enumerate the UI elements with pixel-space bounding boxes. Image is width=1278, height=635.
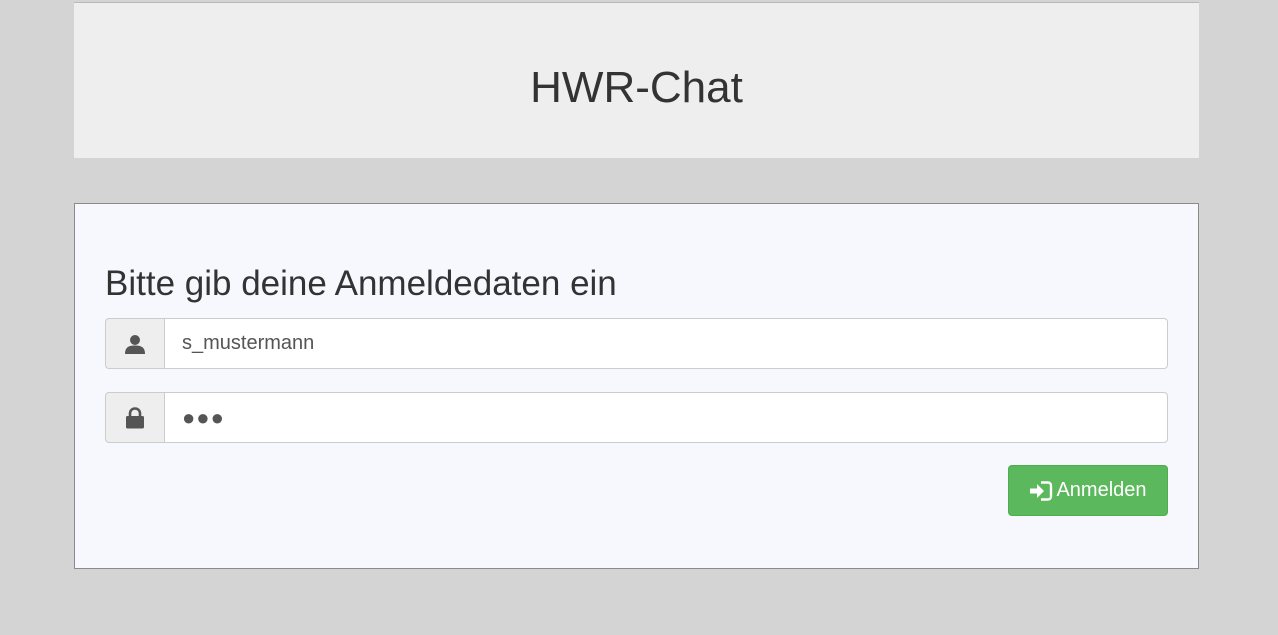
username-field[interactable]: s_mustermann bbox=[164, 318, 1168, 369]
password-group: ●●● bbox=[105, 392, 1168, 443]
lock-icon bbox=[105, 392, 164, 443]
username-group: s_mustermann bbox=[105, 318, 1168, 369]
header: HWR-Chat bbox=[74, 2, 1199, 158]
user-icon bbox=[105, 318, 164, 369]
sign-in-icon bbox=[1029, 480, 1053, 502]
password-field[interactable]: ●●● bbox=[164, 392, 1168, 443]
login-button-label: Anmelden bbox=[1056, 479, 1147, 501]
page-title: HWR-Chat bbox=[530, 63, 743, 112]
login-heading: Bitte gib deine Anmeldedaten ein bbox=[105, 264, 617, 303]
login-button[interactable]: Anmelden bbox=[1008, 465, 1168, 516]
login-panel: Bitte gib deine Anmeldedaten ein s_muste… bbox=[74, 203, 1199, 569]
